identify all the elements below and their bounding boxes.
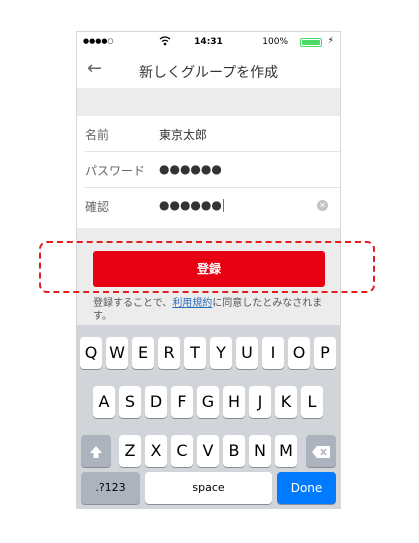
done-key[interactable]: Done (277, 472, 336, 504)
key-h[interactable]: H (223, 386, 245, 418)
charging-icon: ⚡ (327, 36, 334, 46)
key-l[interactable]: L (301, 386, 323, 418)
password-field[interactable]: ●●●●●● (159, 162, 222, 176)
page-title: 新しくグループを作成 (139, 65, 279, 81)
key-b[interactable]: B (223, 435, 245, 467)
space-key[interactable]: space (145, 472, 272, 504)
key-c[interactable]: C (171, 435, 193, 467)
key-y[interactable]: Y (210, 337, 232, 369)
key-j[interactable]: J (249, 386, 271, 418)
confirm-field[interactable]: ●●●●●● (159, 198, 224, 212)
nav-bar: ← 新しくグループを作成 (77, 52, 340, 88)
key-g[interactable]: G (197, 386, 219, 418)
delete-icon[interactable] (306, 435, 336, 467)
key-u[interactable]: U (236, 337, 258, 369)
name-label: 名前 (85, 128, 110, 142)
password-row[interactable]: パスワード ●●●●●● (77, 152, 340, 188)
name-row[interactable]: 名前 東京太郎 (77, 116, 340, 152)
arrow-left-icon[interactable]: ← (87, 58, 102, 79)
terms-link[interactable]: 利用規約 (172, 298, 212, 309)
key-i[interactable]: I (262, 337, 284, 369)
key-k[interactable]: K (275, 386, 297, 418)
confirm-row[interactable]: 確認 ●●●●●● ✕ (77, 188, 340, 228)
key-s[interactable]: S (119, 386, 141, 418)
key-m[interactable]: M (275, 435, 297, 467)
key-r[interactable]: R (158, 337, 180, 369)
key-q[interactable]: Q (80, 337, 102, 369)
highlight-box (39, 241, 375, 293)
shift-glyph (90, 445, 102, 458)
key-z[interactable]: Z (119, 435, 141, 467)
key-a[interactable]: A (93, 386, 115, 418)
password-label: パスワード (85, 164, 146, 178)
key-v[interactable]: V (197, 435, 219, 467)
text-cursor (222, 199, 224, 212)
numbers-key[interactable]: .?123 (81, 472, 140, 504)
battery-percent: 100% (262, 37, 288, 47)
status-bar: ●●●●○ 14:31 100% ⚡ (77, 32, 340, 52)
confirm-field-text: ●●●●●● (159, 198, 222, 212)
name-field[interactable]: 東京太郎 (159, 126, 207, 143)
keyboard: QWERTYUIOP ASDFGHJKL ZXCVBNM .?123 space… (77, 325, 340, 508)
shift-icon[interactable] (81, 435, 111, 467)
key-f[interactable]: F (171, 386, 193, 418)
key-d[interactable]: D (145, 386, 167, 418)
section-spacer (77, 88, 340, 116)
key-e[interactable]: E (132, 337, 154, 369)
clear-icon[interactable]: ✕ (317, 200, 328, 211)
battery-fill (302, 40, 320, 45)
key-x[interactable]: X (145, 435, 167, 467)
key-n[interactable]: N (249, 435, 271, 467)
confirm-label: 確認 (85, 200, 110, 214)
key-w[interactable]: W (106, 337, 128, 369)
key-p[interactable]: P (314, 337, 336, 369)
key-t[interactable]: T (184, 337, 206, 369)
battery-icon (300, 38, 322, 47)
agreement-text-before: 登録することで、 (93, 298, 173, 309)
key-o[interactable]: O (288, 337, 310, 369)
agreement-text: 登録することで、利用規約に同意したとみなされます。 (93, 297, 329, 323)
delete-glyph (312, 445, 330, 458)
